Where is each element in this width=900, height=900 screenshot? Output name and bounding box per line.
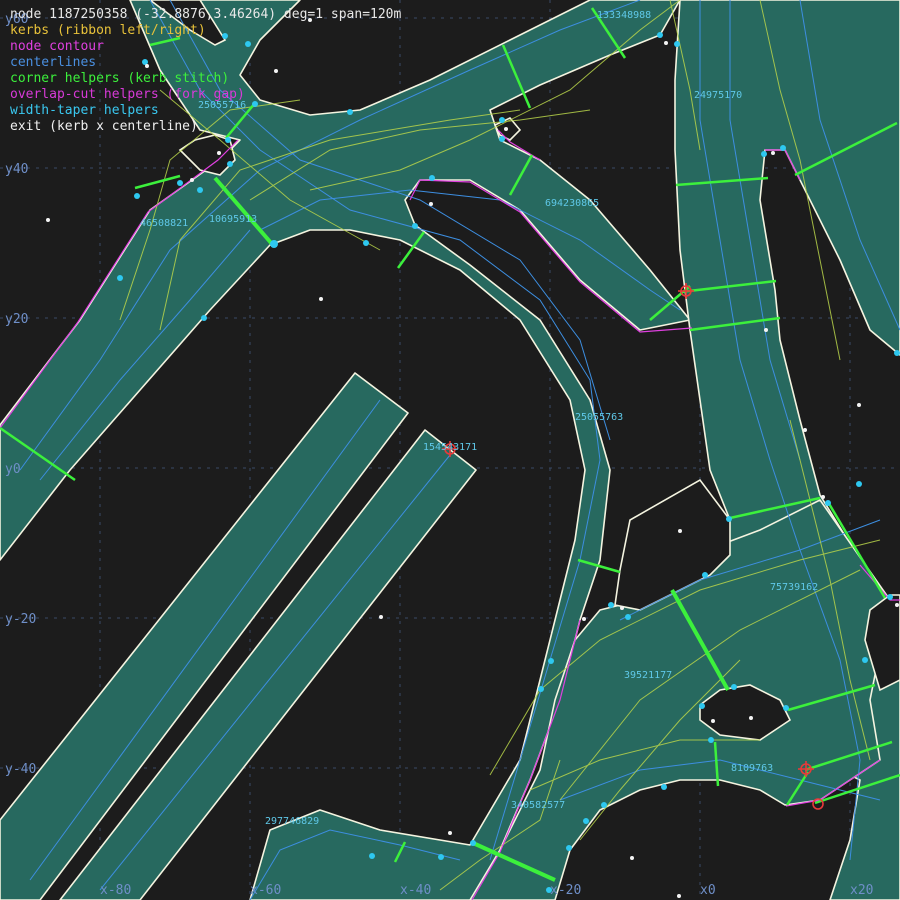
y-axis-label: y-40 [5,762,36,777]
exit-point [190,178,194,182]
taper-dot [197,187,203,193]
exit-point [504,127,508,131]
road-id-label: 25055763 [575,412,623,423]
taper-dot [862,657,868,663]
road-id-label: 8109763 [731,763,773,774]
exit-point [857,403,861,407]
taper-dot [601,802,607,808]
taper-dot [470,840,476,846]
taper-dot [363,240,369,246]
road-id-label: 10695913 [209,214,257,225]
y-axis-label: y0 [5,462,21,477]
exit-point [46,218,50,222]
exit-point [711,719,715,723]
taper-dot [674,41,680,47]
legend-item-kerbs: kerbs (ribbon left/right) [10,23,206,38]
taper-dot [227,161,233,167]
taper-dot [583,818,589,824]
exit-point [821,495,825,499]
x-axis-label: x-40 [400,883,431,898]
taper-dot [783,705,789,711]
taper-dot [538,686,544,692]
exit-point [771,151,775,155]
road-id-label: 133348988 [597,10,651,21]
exit-point [895,603,899,607]
legend-item-width-taper: width-taper helpers [10,103,159,118]
taper-dot [761,151,767,157]
taper-dot [201,315,207,321]
taper-dot [708,737,714,743]
exit-point [664,41,668,45]
exit-point [620,606,624,610]
taper-dot [438,854,444,860]
road-id-label: 154543171 [423,442,477,453]
x-axis-label: x20 [850,883,873,898]
legend-item-node-contour: node contour [10,39,104,54]
stitch-line [134,174,181,190]
taper-dot [499,117,505,123]
taper-dot [702,572,708,578]
road-id-label: 694230865 [545,198,599,209]
exit-point [582,617,586,621]
road-network-diagram: 133348988 24975170 25055716 694230865 46… [0,0,900,900]
exit-point [749,716,753,720]
taper-dot [566,845,572,851]
x-axis-label: x-20 [550,883,581,898]
exit-point [319,297,323,301]
taper-dot [412,223,418,229]
y-axis-label: y20 [5,312,28,327]
road-id-label: 39521177 [624,670,672,681]
exit-point [379,615,383,619]
taper-dot [661,784,667,790]
legend-item-overlap-cut: overlap-cut helpers (fork gap) [10,87,245,102]
x-axis-label: x-80 [100,883,131,898]
taper-dot [780,145,786,151]
taper-dot [270,240,278,248]
taper-dot [548,658,554,664]
legend: node 1187250358 (-32.8876,3.46264) deg=1… [10,7,401,135]
taper-dot [429,175,435,181]
taper-dot [608,602,614,608]
taper-dot [625,614,631,620]
legend-item-exit: exit (kerb x centerline) [10,119,198,134]
road-id-label: 340582577 [511,800,565,811]
taper-dot [731,684,737,690]
y-axis-label: y40 [5,162,28,177]
taper-dot [825,500,831,506]
node-info-line: node 1187250358 (-32.8876,3.46264) deg=1… [10,7,402,22]
taper-dot [699,703,705,709]
exit-point [677,894,681,898]
taper-dot [499,136,505,142]
exit-point [217,151,221,155]
taper-dot [134,193,140,199]
exit-point [678,529,682,533]
exit-point [764,328,768,332]
y-axis-label: y-20 [5,612,36,627]
map-canvas: 133348988 24975170 25055716 694230865 46… [0,0,900,900]
taper-dot [887,594,893,600]
exit-point [630,856,634,860]
exit-point [803,428,807,432]
taper-dot [177,180,183,186]
x-axis-label: x0 [700,883,716,898]
taper-dot [657,32,663,38]
taper-dot [369,853,375,859]
exit-point [448,831,452,835]
taper-dot [117,275,123,281]
x-axis-label: x-60 [250,883,281,898]
taper-dot [856,481,862,487]
taper-dot [225,137,231,143]
road-id-label: 75739162 [770,582,818,593]
road-id-label: 24975170 [694,90,742,101]
taper-dot [726,516,732,522]
legend-item-corner-helpers: corner helpers (kerb stitch) [10,71,230,86]
road-id-label: 46508821 [140,218,188,229]
legend-item-centerlines: centerlines [10,55,97,70]
exit-point [429,202,433,206]
road-id-label: 297746829 [265,816,319,827]
taper-dot [894,350,900,356]
